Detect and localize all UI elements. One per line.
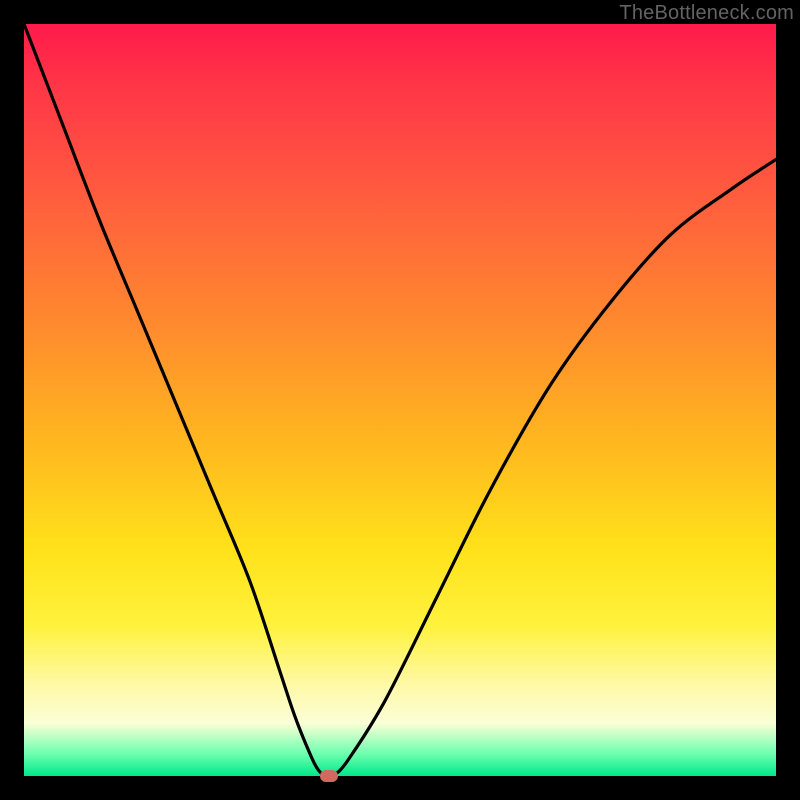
plot-frame (24, 24, 776, 776)
bottleneck-curve (24, 24, 776, 777)
bottleneck-curve-svg (24, 24, 776, 776)
curve-minimum-marker (320, 770, 338, 782)
watermark-text: TheBottleneck.com (619, 2, 794, 25)
